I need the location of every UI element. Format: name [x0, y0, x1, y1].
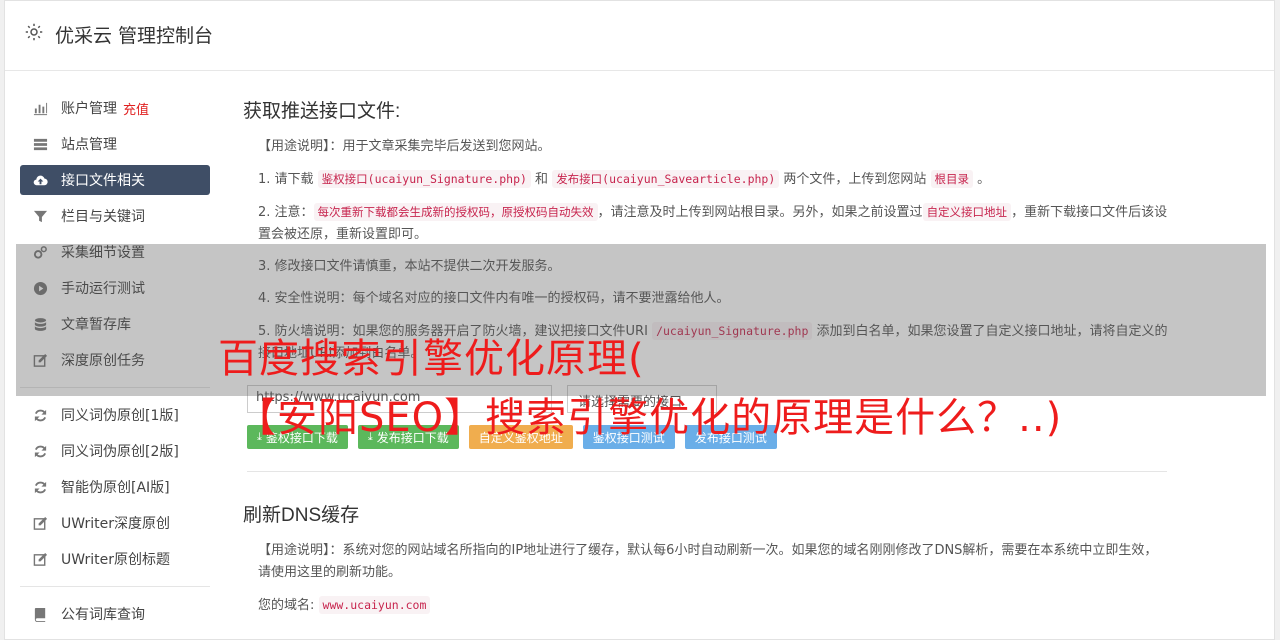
root-dir-code: 根目录 — [930, 170, 974, 188]
edit-icon — [32, 551, 48, 567]
bar-chart-icon — [32, 100, 48, 116]
sidebar-item-label: 账户管理 — [61, 101, 117, 117]
recharge-link[interactable]: 充值 — [123, 99, 149, 118]
sidebar-item-public-lexicon[interactable]: 公有词库查询 — [20, 599, 210, 629]
sidebar-item-label: 栏目与关键词 — [61, 209, 145, 225]
sidebar-item-label: 同义词伪原创[2版] — [61, 444, 179, 460]
book-icon — [32, 606, 48, 622]
sidebar-item-label: 同义词伪原创[1版] — [61, 408, 179, 424]
savearticle-file-code: 发布接口(ucaiyun_Savearticle.php) — [552, 170, 780, 188]
signature-file-code: 鉴权接口(ucaiyun_Signature.php) — [317, 170, 531, 188]
top-header: 优采云 管理控制台 — [5, 1, 1274, 71]
step-text: 和 — [530, 172, 553, 187]
filter-icon — [32, 208, 48, 224]
sidebar-item-columns-keywords[interactable]: 栏目与关键词 — [20, 201, 210, 231]
sidebar-divider — [20, 586, 210, 587]
watermark-title-line-2: 【安阳SEO】搜索引擎优化的原理是什么？..) — [236, 395, 1063, 441]
sidebar-item-interface-files[interactable]: 接口文件相关 — [20, 165, 210, 195]
edit-icon — [32, 515, 48, 531]
domain-value: www.ucaiyun.com — [318, 596, 431, 614]
usage-note: 【用途说明】：用于文章采集完毕后发送到您网站。 — [258, 139, 551, 154]
sidebar-item-uwriter-title[interactable]: UWriter原创标题 — [20, 544, 210, 574]
sidebar-item-label: 智能伪原创[AI版] — [61, 480, 170, 496]
step-text: 两个文件，上传到您网站 — [779, 172, 931, 187]
step-text: ，请注意及时上传到网站根目录。另外，如果之前设置过 — [597, 205, 923, 220]
watermark-title-line-1: 百度搜索引擎优化原理( — [218, 336, 645, 382]
server-icon — [32, 136, 48, 152]
sidebar-item-uwriter-deep[interactable]: UWriter深度原创 — [20, 508, 210, 538]
section-divider — [247, 471, 1167, 472]
sidebar-item-synonym-v1[interactable]: 同义词伪原创[1版] — [20, 400, 210, 430]
auth-warning-code: 每次重新下载都会生成新的授权码，原授权码自动失效 — [313, 203, 598, 221]
sidebar-item-label: UWriter原创标题 — [61, 552, 170, 568]
sidebar-item-label: 接口文件相关 — [61, 173, 145, 189]
refresh-icon — [32, 479, 48, 495]
page-title: 优采云 管理控制台 — [55, 25, 214, 47]
gear-icon — [25, 23, 43, 41]
sidebar-item-account[interactable]: 账户管理 充值 — [20, 93, 210, 123]
sidebar-item-ai-rewrite[interactable]: 智能伪原创[AI版] — [20, 472, 210, 502]
refresh-icon — [32, 407, 48, 423]
sidebar-item-label: 站点管理 — [61, 137, 117, 153]
sidebar-item-label: 公有词库查询 — [61, 607, 145, 623]
section-title-dns: 刷新DNS缓存 — [243, 505, 360, 526]
step-text: 。 — [973, 172, 991, 187]
dns-usage-note: 【用途说明】：系统对您的网站域名所指向的IP地址进行了缓存，默认每6小时自动刷新… — [258, 543, 1158, 580]
sidebar-item-label: UWriter深度原创 — [61, 516, 170, 532]
domain-row: 您的域名: www.ucaiyun.com — [258, 594, 1168, 617]
step-text: 2. 注意： — [258, 205, 314, 220]
step-text: 1. 请下载 — [258, 172, 318, 187]
custom-url-code: 自定义接口地址 — [922, 203, 1012, 221]
sidebar-item-sites[interactable]: 站点管理 — [20, 129, 210, 159]
sidebar-item-synonym-v2[interactable]: 同义词伪原创[2版] — [20, 436, 210, 466]
refresh-icon — [32, 443, 48, 459]
domain-label: 您的域名: — [258, 598, 315, 613]
step-2: 2. 注意： 每次重新下载都会生成新的授权码，原授权码自动失效 ，请注意及时上传到网… — [258, 201, 1168, 246]
section-title-push-interface: 获取推送接口文件: — [243, 101, 401, 122]
cloud-upload-icon — [32, 172, 48, 188]
step-1: 1. 请下载 鉴权接口(ucaiyun_Signature.php) 和 发布接… — [258, 168, 1168, 191]
